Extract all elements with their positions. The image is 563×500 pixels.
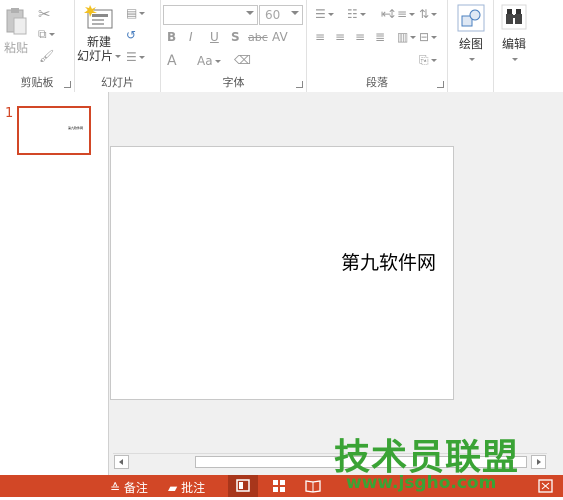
slide-sorter-icon bbox=[273, 480, 285, 492]
comment-icon: ▰ bbox=[168, 481, 178, 495]
slide-sorter-button[interactable] bbox=[264, 475, 294, 497]
normal-view-icon bbox=[236, 479, 250, 492]
scroll-right-button[interactable] bbox=[531, 455, 546, 469]
justify-icon[interactable]: ≣ bbox=[375, 30, 385, 44]
format-painter-icon[interactable]: 🖌 bbox=[39, 49, 54, 63]
clipboard-group: 粘贴 ✂ ⧉ 🖌 剪贴板 bbox=[0, 0, 75, 92]
align-right-icon[interactable]: ≡ bbox=[355, 30, 365, 44]
shadow-button[interactable]: S bbox=[231, 30, 240, 44]
layout-icon[interactable]: ▤ bbox=[126, 6, 146, 20]
fit-window-icon bbox=[538, 479, 553, 493]
notes-button[interactable]: ≙ 备注 bbox=[110, 479, 148, 496]
slide-canvas[interactable]: 第九软件网 bbox=[110, 146, 454, 400]
font-group-label: 字体 bbox=[222, 76, 245, 89]
fit-to-window-button[interactable] bbox=[535, 475, 557, 497]
change-case-label: Aa bbox=[197, 54, 213, 68]
new-slide-label-2: 幻灯片 bbox=[77, 49, 122, 63]
clipboard-launcher-icon[interactable] bbox=[64, 81, 71, 88]
paragraph-launcher-icon[interactable] bbox=[437, 81, 444, 88]
comments-button[interactable]: ▰ 批注 bbox=[168, 479, 205, 496]
line-spacing-icon[interactable]: ↕≡ bbox=[387, 7, 416, 21]
editing-label: 编辑 bbox=[501, 37, 526, 51]
scroll-left-button[interactable] bbox=[114, 455, 129, 469]
slides-group: 新建 幻灯片 ▤ ↺ ☰ 幻灯片 bbox=[75, 0, 161, 92]
paragraph-group-label: 段落 bbox=[366, 76, 388, 89]
slides-group-label: 幻灯片 bbox=[101, 76, 134, 89]
normal-view-button[interactable] bbox=[228, 475, 258, 497]
clipboard-group-label: 剪贴板 bbox=[20, 76, 54, 89]
comments-label: 批注 bbox=[181, 481, 206, 495]
notes-icon: ≙ bbox=[110, 481, 121, 495]
bold-button[interactable]: B bbox=[167, 30, 176, 44]
section-icon[interactable]: ☰ bbox=[126, 50, 145, 64]
font-group: 60 B I U S abc AV A Aa ⌫ 字体 bbox=[161, 0, 307, 92]
reset-icon[interactable]: ↺ bbox=[126, 28, 136, 42]
slide-number: 1 bbox=[5, 106, 14, 121]
new-slide-icon bbox=[84, 5, 113, 29]
slide-text-box[interactable]: 第九软件网 bbox=[341, 248, 436, 275]
bullets-icon[interactable]: ☰ bbox=[315, 7, 334, 21]
paste-button[interactable]: 粘贴 bbox=[3, 6, 29, 58]
underline-button[interactable]: U bbox=[210, 30, 219, 44]
align-center-icon[interactable]: ≡ bbox=[335, 30, 345, 44]
drawing-label: 绘图 bbox=[458, 37, 483, 51]
italic-button[interactable]: I bbox=[189, 30, 193, 44]
font-name-select[interactable] bbox=[163, 5, 258, 25]
smartart-icon[interactable]: ⎘ bbox=[419, 53, 437, 68]
watermark-url: www.jsgho.com bbox=[346, 473, 497, 493]
cut-icon[interactable]: ✂ bbox=[38, 5, 51, 23]
strikethrough-button[interactable]: abc bbox=[248, 31, 268, 44]
thumbnail-preview-text: 第九软件网 bbox=[68, 126, 84, 130]
clear-format-icon[interactable]: ⌫ bbox=[234, 53, 251, 67]
binoculars-icon bbox=[501, 4, 527, 30]
reading-view-icon bbox=[305, 480, 321, 493]
font-launcher-icon[interactable] bbox=[296, 81, 303, 88]
new-slide-label-1: 新建 bbox=[86, 35, 111, 49]
align-text-icon[interactable]: ⊟ bbox=[419, 30, 438, 44]
font-size-value: 60 bbox=[265, 8, 281, 22]
numbering-icon[interactable]: ☷ bbox=[347, 7, 366, 21]
char-spacing-button[interactable]: AV bbox=[272, 30, 288, 44]
font-size-select[interactable]: 60 bbox=[259, 5, 303, 25]
paste-icon bbox=[6, 8, 27, 35]
slide-editor: 第九软件网 bbox=[109, 92, 563, 475]
reading-view-button[interactable] bbox=[298, 475, 328, 497]
drawing-group: 绘图 bbox=[448, 0, 494, 92]
copy-icon[interactable]: ⧉ bbox=[38, 27, 55, 42]
slide-thumbnail-1[interactable]: 第九软件网 bbox=[17, 106, 91, 155]
notes-label: 备注 bbox=[123, 481, 148, 495]
paste-label: 粘贴 bbox=[3, 41, 28, 55]
editing-button[interactable]: 编辑 bbox=[497, 4, 531, 66]
new-slide-button[interactable]: 新建 幻灯片 bbox=[77, 4, 122, 66]
shapes-icon bbox=[457, 4, 485, 32]
editing-group: 编辑 bbox=[494, 0, 534, 92]
thumbnail-pane: 1 第九软件网 bbox=[0, 92, 109, 475]
align-left-icon[interactable]: ≡ bbox=[315, 30, 325, 44]
columns-icon[interactable]: ▥ bbox=[397, 30, 417, 44]
text-direction-icon[interactable]: ⇅ bbox=[419, 7, 438, 21]
font-color-button[interactable]: A bbox=[167, 53, 177, 69]
change-case-button[interactable]: Aa bbox=[197, 54, 221, 68]
drawing-button[interactable]: 绘图 bbox=[454, 4, 488, 66]
ribbon: 粘贴 ✂ ⧉ 🖌 剪贴板 新建 幻灯片 ▤ ↺ ☰ 幻灯片 60 B I U S… bbox=[0, 0, 563, 93]
paragraph-group: ☰ ☷ ⇤ ↕≡ ⇅ ≡ ≡ ≡ ≣ ▥ ⊟ ⎘ 段落 bbox=[307, 0, 448, 92]
